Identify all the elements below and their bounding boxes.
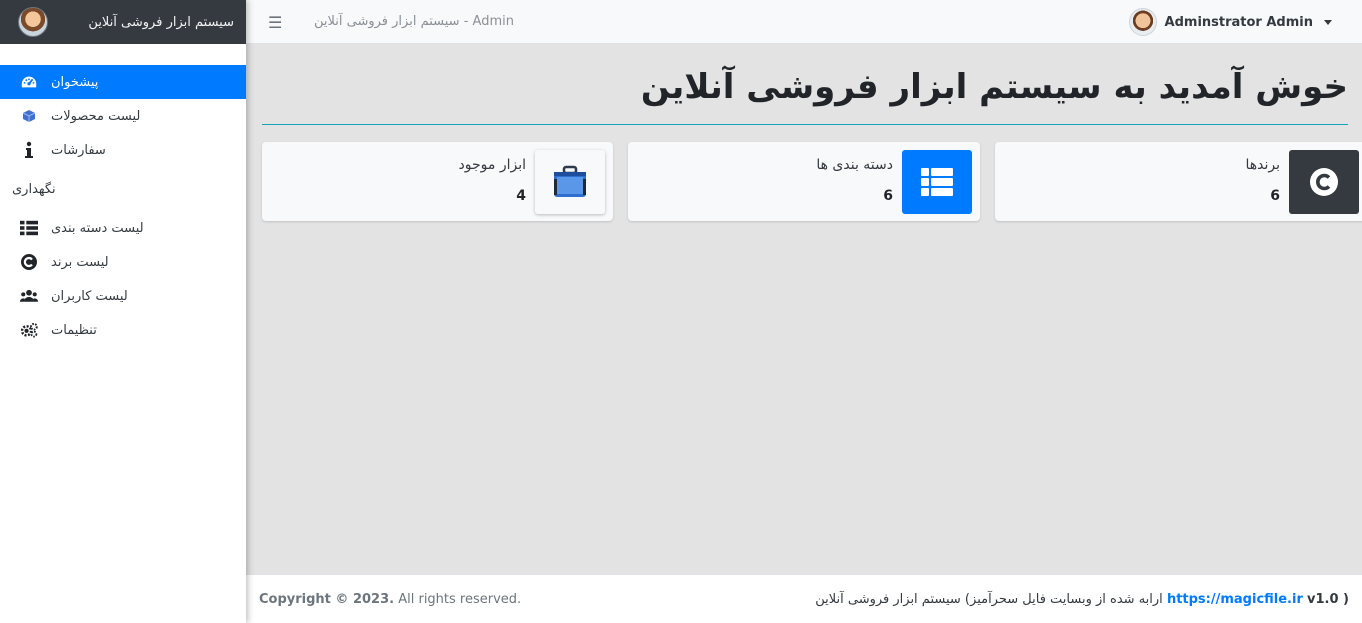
brand-logo	[18, 7, 48, 37]
info-box-value: 6	[1270, 188, 1280, 204]
cube-icon	[20, 107, 38, 125]
sidebar-item-label: لیست دسته بندی	[51, 220, 144, 236]
footer-credits: سیستم ابزار فروشی آنلاین (ارابه شده از و…	[815, 592, 1349, 607]
brand-link[interactable]: سیستم ابزار فروشی آنلاین	[0, 0, 246, 44]
brand-title: سیستم ابزار فروشی آنلاین	[88, 14, 234, 30]
page-title: خوش آمدید به سیستم ابزار فروشی آنلاین	[640, 67, 1348, 107]
title-divider	[262, 124, 1348, 125]
credits-text: سیستم ابزار فروشی آنلاین (ارابه شده از و…	[815, 592, 1163, 607]
gears-icon	[20, 321, 38, 339]
user-menu[interactable]: Adminstrator Admin	[1128, 8, 1332, 36]
user-name: Adminstrator Admin	[1164, 14, 1313, 30]
list-icon	[20, 219, 38, 237]
dashboard-icon	[20, 73, 38, 91]
info-box-value: 6	[883, 188, 893, 204]
sidebar-item-label: لیست برند	[51, 254, 109, 270]
main-content: خوش آمدید به سیستم ابزار فروشی آنلاین بر…	[246, 44, 1362, 574]
info-icon	[20, 141, 38, 159]
copyright-icon	[20, 253, 38, 271]
info-box-brands: برندها 6	[995, 142, 1362, 221]
sidebar-item-label: لیست کاربران	[51, 288, 128, 304]
section-header-label: نگهداری	[12, 181, 56, 197]
credits-link[interactable]: https://magicfile.ir	[1167, 592, 1303, 607]
info-box-value: 4	[516, 188, 526, 204]
chevron-down-icon	[1324, 19, 1332, 25]
sidebar: سیستم ابزار فروشی آنلاین پیشخوان لیست مح…	[0, 0, 246, 623]
sidebar-item-label: سفارشات	[51, 142, 106, 158]
sidebar-item-products[interactable]: لیست محصولات	[0, 99, 246, 133]
sidebar-item-brands[interactable]: لیست برند	[0, 245, 246, 279]
sidebar-item-label: پیشخوان	[51, 74, 99, 90]
sidebar-nav: پیشخوان لیست محصولات سفارشات نگهداری لیس…	[0, 65, 246, 347]
info-box-label: دسته بندی ها	[816, 157, 893, 173]
top-navbar: ☰ سیستم ابزار فروشی آنلاین - Admin Admin…	[246, 0, 1362, 44]
copyright-icon	[1289, 150, 1359, 214]
th-list-icon	[902, 150, 972, 214]
sidebar-item-dashboard[interactable]: پیشخوان	[0, 65, 246, 99]
sidebar-item-label: تنظیمات	[51, 322, 97, 338]
info-box-categories: دسته بندی ها 6	[628, 142, 980, 221]
sidebar-item-users[interactable]: لیست کاربران	[0, 279, 246, 313]
user-avatar	[1128, 8, 1157, 36]
users-icon	[20, 287, 38, 305]
version-label: v1.0 )	[1307, 592, 1349, 607]
info-box-label: برندها	[1245, 157, 1280, 173]
sidebar-item-categories[interactable]: لیست دسته بندی	[0, 211, 246, 245]
sidebar-item-label: لیست محصولات	[51, 108, 141, 124]
toolbox-icon	[535, 150, 605, 214]
footer: Copyright © 2023. All rights reserved. س…	[246, 574, 1362, 623]
topbar-title: سیستم ابزار فروشی آنلاین - Admin	[314, 14, 514, 29]
footer-copyright: Copyright © 2023. All rights reserved.	[259, 592, 521, 607]
info-box-tools: ابزار موجود 4	[262, 142, 613, 221]
sidebar-item-orders[interactable]: سفارشات	[0, 133, 246, 167]
sidebar-item-settings[interactable]: تنظیمات	[0, 313, 246, 347]
info-box-label: ابزار موجود	[458, 157, 526, 173]
sidebar-section-header: نگهداری	[0, 167, 246, 211]
hamburger-menu-icon[interactable]: ☰	[268, 13, 282, 32]
copyright-rest: All rights reserved.	[398, 592, 522, 607]
copyright-strong: Copyright © 2023.	[259, 592, 395, 607]
